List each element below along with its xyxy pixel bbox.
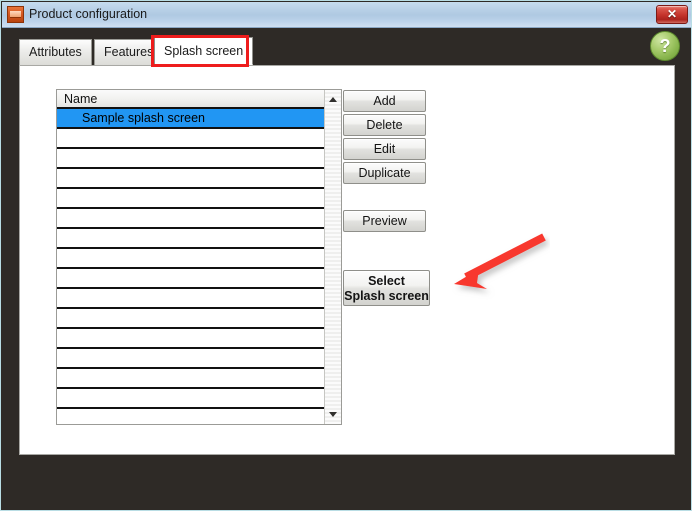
tab-attributes[interactable]: Attributes (19, 39, 92, 65)
select-splash-screen-label-line1: Select (368, 274, 405, 288)
list-rows: Sample splash screen (57, 109, 325, 424)
list-item[interactable] (57, 289, 325, 309)
tab-splash-screen-label: Splash screen (164, 44, 244, 58)
delete-button-label: Delete (366, 118, 403, 132)
duplicate-button[interactable]: Duplicate (343, 162, 426, 184)
help-button[interactable]: ? (650, 31, 680, 61)
list-item[interactable] (57, 349, 325, 369)
product-configuration-window: Product configuration ✕ Attributes Featu… (0, 0, 692, 511)
window-titlebar: Product configuration ✕ (2, 2, 691, 28)
question-mark-icon: ? (659, 36, 671, 56)
window-title: Product configuration (29, 7, 148, 21)
tab-content-panel: Name Sample splash screen Add Delete Edi… (19, 65, 675, 455)
preview-button-label: Preview (362, 214, 407, 228)
list-item[interactable] (57, 369, 325, 389)
scroll-down-arrow-icon[interactable] (325, 407, 341, 423)
tab-attributes-label: Attributes (29, 45, 82, 59)
add-button[interactable]: Add (343, 90, 426, 112)
duplicate-button-label: Duplicate (358, 166, 411, 180)
add-button-label: Add (373, 94, 396, 108)
select-splash-screen-button[interactable]: Select Splash screen (343, 270, 430, 306)
list-vertical-scrollbar[interactable] (324, 90, 341, 424)
arrow-annotation-icon (454, 233, 546, 289)
close-button[interactable]: ✕ (656, 5, 688, 24)
preview-button[interactable]: Preview (343, 210, 426, 232)
application-icon (7, 6, 24, 23)
scroll-up-arrow-icon[interactable] (325, 91, 341, 107)
tab-splash-screen[interactable]: Splash screen (154, 37, 254, 65)
edit-button-label: Edit (373, 142, 396, 156)
delete-button[interactable]: Delete (343, 114, 426, 136)
list-item[interactable] (57, 269, 325, 289)
close-icon: ✕ (666, 7, 678, 21)
tab-features[interactable]: Features (94, 39, 164, 65)
column-header-name: Name (64, 92, 98, 106)
list-item[interactable] (57, 229, 325, 249)
list-item[interactable] (57, 249, 325, 269)
list-item[interactable] (57, 169, 325, 189)
list-item[interactable] (57, 129, 325, 149)
list-column-header: Name (57, 90, 325, 109)
list-item[interactable] (57, 149, 325, 169)
tab-features-label: Features (104, 45, 154, 59)
list-item[interactable] (57, 309, 325, 329)
list-item[interactable] (57, 189, 325, 209)
splash-screen-listbox[interactable]: Name Sample splash screen (56, 89, 342, 425)
select-splash-screen-label-line2: Splash screen (344, 289, 429, 303)
edit-button[interactable]: Edit (343, 138, 426, 160)
list-item[interactable] (57, 389, 325, 409)
list-item[interactable] (57, 209, 325, 229)
tab-strip: Attributes Features Splash screen (2, 28, 691, 66)
list-item[interactable] (57, 329, 325, 349)
list-item[interactable]: Sample splash screen (57, 109, 325, 129)
